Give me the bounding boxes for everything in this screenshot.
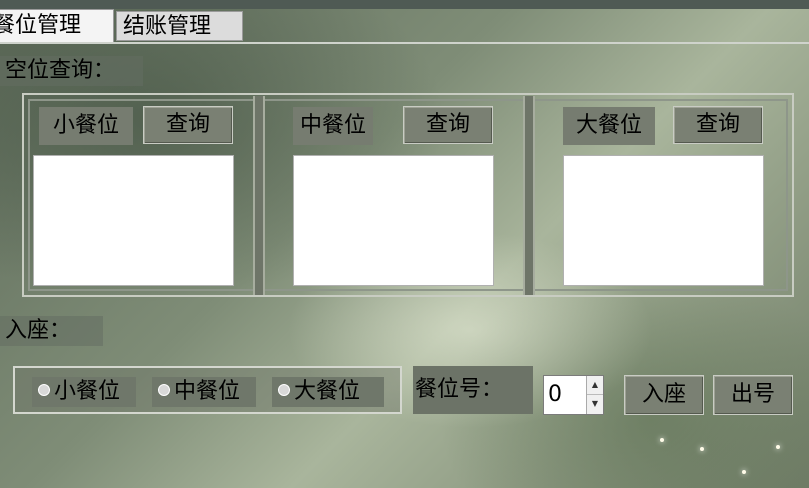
up-arrow-icon[interactable]: ▲ bbox=[587, 376, 603, 395]
large-seat-list[interactable] bbox=[563, 155, 764, 286]
tab-checkout-management[interactable]: 结账管理 bbox=[116, 11, 243, 41]
radio-button-icon bbox=[158, 384, 170, 396]
window-top-strip bbox=[0, 0, 809, 9]
small-seat-list[interactable] bbox=[33, 155, 234, 286]
exit-number-button[interactable]: 出号 bbox=[713, 375, 793, 415]
query-small-button[interactable]: 查询 bbox=[143, 106, 233, 144]
background-sparkle bbox=[742, 470, 746, 474]
radio-medium-seat[interactable]: 中餐位 bbox=[152, 377, 256, 407]
query-medium-button[interactable]: 查询 bbox=[403, 106, 493, 144]
down-arrow-icon[interactable]: ▼ bbox=[587, 395, 603, 413]
seat-number-stepper[interactable]: 0 ▲ ▼ bbox=[543, 375, 604, 415]
seating-title: 入座： bbox=[0, 316, 103, 346]
radio-button-icon bbox=[278, 384, 290, 396]
medium-seat-label: 中餐位 bbox=[293, 107, 373, 145]
radio-medium-seat-label: 中餐位 bbox=[174, 379, 241, 404]
large-seat-label: 大餐位 bbox=[563, 107, 655, 145]
tab-bar: 餐位管理 结账管理 bbox=[0, 9, 809, 43]
background-sparkle bbox=[700, 447, 704, 451]
radio-small-seat[interactable]: 小餐位 bbox=[32, 377, 136, 407]
group-separator bbox=[253, 96, 265, 295]
stepper-arrows: ▲ ▼ bbox=[586, 376, 603, 414]
vacancy-query-title: 空位查询： bbox=[0, 56, 143, 86]
background-sparkle bbox=[660, 438, 664, 442]
seat-size-radio-group: 小餐位 中餐位 大餐位 bbox=[13, 366, 402, 414]
background-sparkle bbox=[776, 445, 780, 449]
tab-dining-management[interactable]: 餐位管理 bbox=[0, 9, 114, 43]
radio-button-icon bbox=[38, 384, 50, 396]
radio-large-seat-label: 大餐位 bbox=[294, 379, 361, 404]
query-large-button[interactable]: 查询 bbox=[673, 106, 763, 144]
small-seat-label: 小餐位 bbox=[39, 107, 133, 145]
radio-small-seat-label: 小餐位 bbox=[54, 379, 121, 404]
medium-seat-list[interactable] bbox=[293, 155, 494, 286]
radio-large-seat[interactable]: 大餐位 bbox=[272, 377, 384, 407]
seat-number-value[interactable]: 0 bbox=[548, 376, 562, 414]
seat-number-label: 餐位号： bbox=[413, 366, 533, 414]
seat-button[interactable]: 入座 bbox=[624, 375, 704, 415]
group-separator bbox=[523, 96, 535, 295]
tab-underline bbox=[0, 42, 809, 44]
